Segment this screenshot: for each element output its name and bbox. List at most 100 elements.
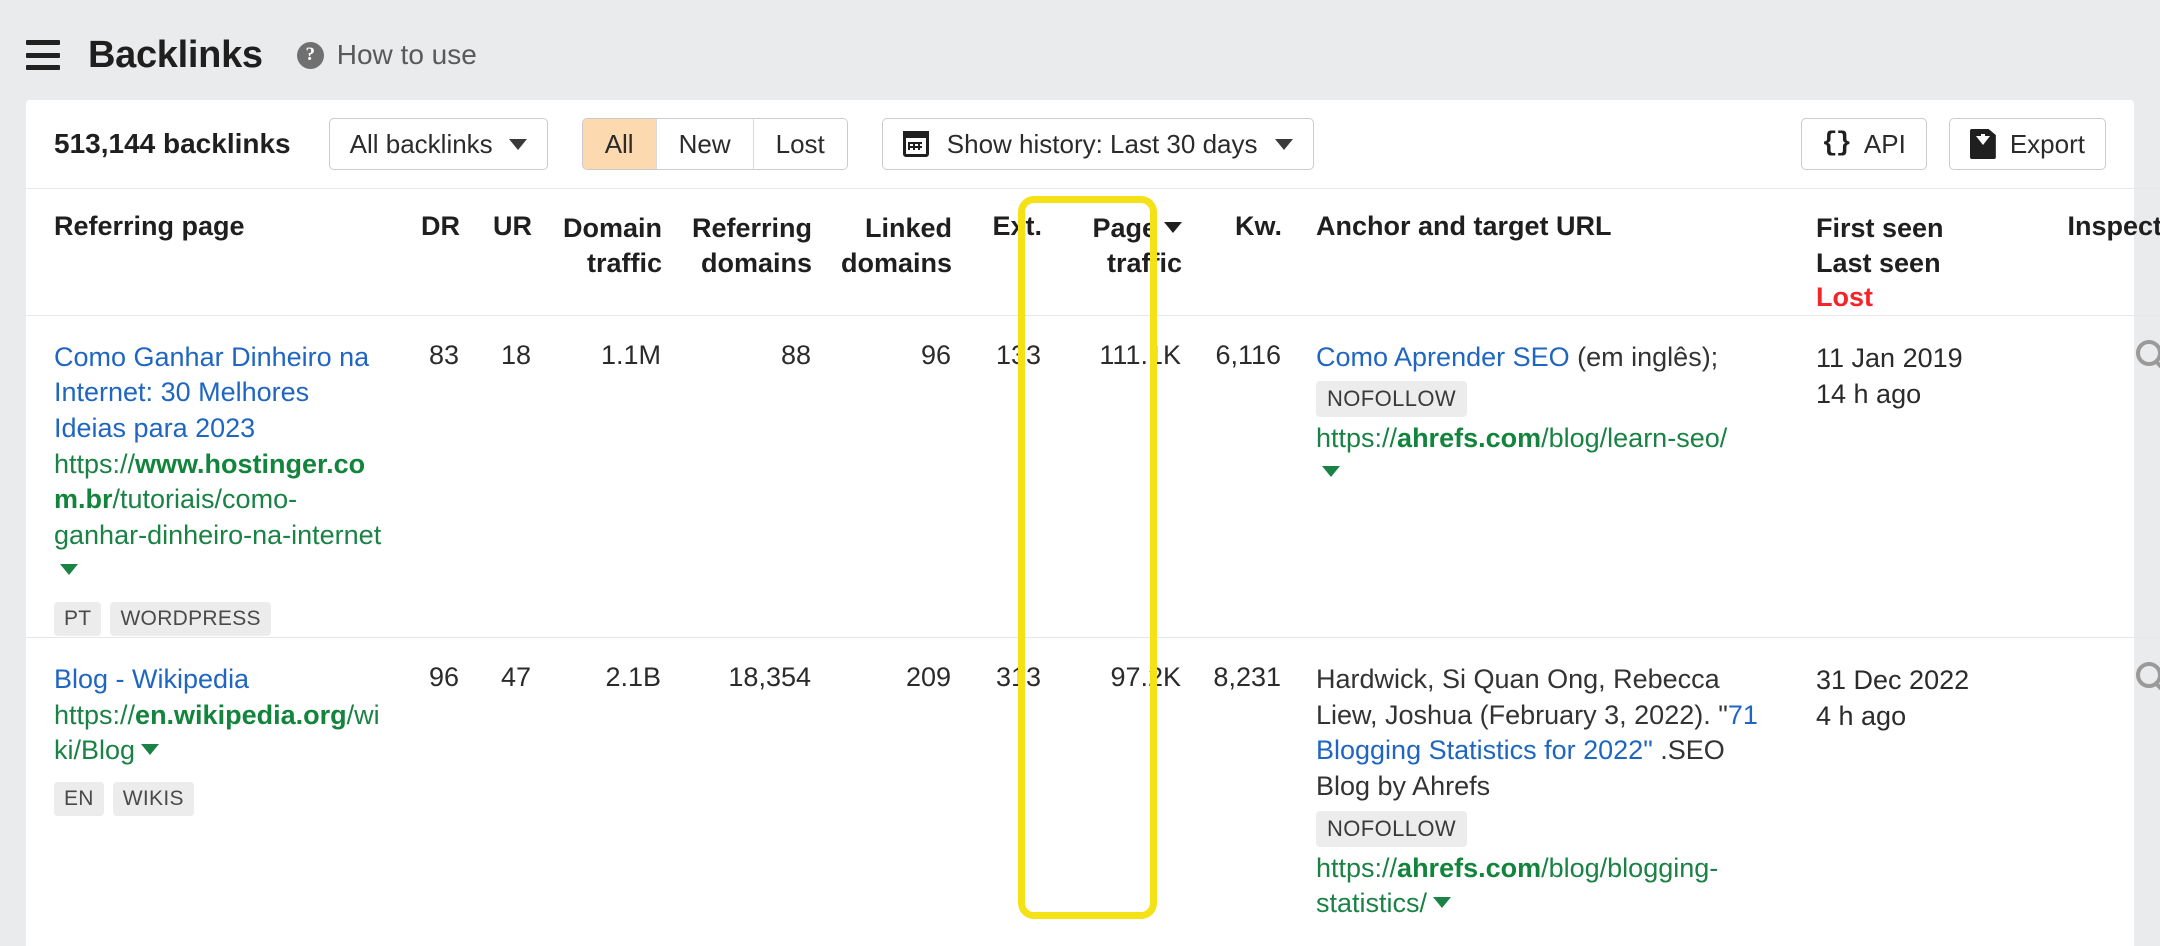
col-kw[interactable]: Kw. bbox=[1182, 189, 1282, 316]
cell-ext[interactable]: 133 bbox=[952, 314, 1042, 638]
export-label: Export bbox=[2009, 128, 2085, 159]
referring-page-link[interactable]: Blog - Wikipedia bbox=[54, 664, 249, 694]
filter-new[interactable]: New bbox=[656, 119, 754, 169]
last-seen-value: 4 h ago bbox=[1816, 701, 1907, 732]
status-filter-group: All New Lost bbox=[581, 118, 848, 170]
cell-linked-domains[interactable]: 96 bbox=[812, 314, 952, 638]
target-url-domain: ahrefs.com bbox=[1397, 423, 1542, 454]
tag-language: PT bbox=[54, 602, 102, 637]
code-braces-icon: {} bbox=[1821, 129, 1852, 159]
col-seen-dates[interactable]: First seen Last seen Lost bbox=[1782, 189, 2012, 316]
expand-target-url-icon[interactable] bbox=[1433, 897, 1452, 909]
toolbar-actions: {} API Export bbox=[1800, 118, 2106, 170]
referring-url-scheme: https:// bbox=[54, 699, 136, 730]
cell-kw[interactable]: 8,231 bbox=[1182, 637, 1282, 923]
target-url-scheme: https:// bbox=[1316, 852, 1398, 883]
scope-dropdown-label: All backlinks bbox=[349, 128, 493, 159]
col-referring-page[interactable]: Referring page bbox=[26, 189, 386, 316]
referring-page-link[interactable]: Como Ganhar Dinheiro na Internet: 30 Mel… bbox=[54, 342, 369, 443]
export-button[interactable]: Export bbox=[1948, 118, 2106, 170]
cell-referring-domains[interactable]: 88 bbox=[662, 314, 812, 638]
last-seen-value: 14 h ago bbox=[1816, 378, 1922, 409]
col-last-seen: Last seen bbox=[1816, 247, 1941, 278]
cell-ext[interactable]: 313 bbox=[952, 637, 1042, 923]
first-seen-value: 11 Jan 2019 bbox=[1816, 342, 1963, 373]
app-page: Backlinks ? How to use 513,144 backlinks… bbox=[0, 0, 2160, 946]
table-header-row: Referring page DR UR Domain traffic Refe… bbox=[26, 188, 2160, 316]
chevron-down-icon bbox=[508, 138, 527, 150]
calendar-icon bbox=[902, 131, 929, 157]
magnifier-icon[interactable] bbox=[2136, 662, 2160, 689]
first-seen-value: 31 Dec 2022 bbox=[1816, 665, 1970, 696]
col-linked-domains-line2: domains bbox=[840, 247, 952, 278]
cell-linked-domains[interactable]: 209 bbox=[812, 637, 952, 923]
cell-ur: 18 bbox=[460, 314, 532, 638]
cell-anchor-target: Como Aprender SEO (em inglês); NOFOLLOW … bbox=[1282, 314, 1782, 638]
cell-dr: 96 bbox=[386, 637, 460, 923]
cell-referring-domains[interactable]: 18,354 bbox=[662, 637, 812, 923]
top-bar: Backlinks ? How to use bbox=[0, 0, 2160, 110]
cell-ur: 47 bbox=[460, 637, 532, 923]
expand-target-url-icon[interactable] bbox=[1322, 465, 1340, 477]
show-history-dropdown[interactable]: Show history: Last 30 days bbox=[881, 118, 1315, 170]
expand-url-icon[interactable] bbox=[141, 744, 160, 756]
page-title: Backlinks bbox=[88, 33, 263, 76]
table-row: Blog - Wikipedia https://en.wikipedia.or… bbox=[26, 637, 2160, 923]
cell-anchor-target: Hardwick, Si Quan Ong, Rebecca Liew, Jos… bbox=[1282, 637, 1782, 923]
backlinks-count: 513,144 backlinks bbox=[54, 128, 291, 159]
table-row: Como Ganhar Dinheiro na Internet: 30 Mel… bbox=[26, 314, 2160, 638]
col-domain-traffic-line2: traffic bbox=[586, 247, 662, 278]
table-body: Como Ganhar Dinheiro na Internet: 30 Mel… bbox=[26, 314, 2160, 923]
nofollow-badge: NOFOLLOW bbox=[1316, 810, 1468, 847]
col-linked-domains-line1: Linked bbox=[864, 213, 952, 243]
cell-kw[interactable]: 6,116 bbox=[1182, 314, 1282, 638]
magnifier-icon[interactable] bbox=[2136, 339, 2160, 366]
target-url-domain: ahrefs.com bbox=[1397, 852, 1542, 883]
filter-lost[interactable]: Lost bbox=[753, 119, 847, 169]
referring-url-domain: en.wikipedia.org bbox=[135, 699, 347, 730]
referring-page-tags: EN WIKIS bbox=[54, 781, 385, 816]
target-url-scheme: https:// bbox=[1316, 423, 1398, 454]
cell-page-traffic: 111.1K bbox=[1042, 314, 1182, 638]
col-lost: Lost bbox=[1816, 282, 1873, 313]
chevron-down-icon bbox=[1275, 138, 1294, 150]
anchor-link[interactable]: Como Aprender SEO bbox=[1316, 342, 1570, 372]
col-referring-domains-line1: Referring bbox=[691, 213, 812, 243]
col-domain-traffic-line1: Domain bbox=[562, 213, 662, 243]
cell-domain-traffic: 1.1M bbox=[532, 314, 662, 638]
cell-domain-traffic: 2.1B bbox=[532, 637, 662, 923]
how-to-use-link[interactable]: ? How to use bbox=[296, 39, 477, 71]
referring-url-scheme: https:// bbox=[54, 448, 136, 479]
hamburger-icon[interactable] bbox=[26, 40, 60, 70]
col-domain-traffic[interactable]: Domain traffic bbox=[532, 189, 662, 316]
col-page-traffic[interactable]: Page traffic bbox=[1042, 189, 1182, 316]
cell-referring-page: Blog - Wikipedia https://en.wikipedia.or… bbox=[26, 637, 386, 923]
expand-url-icon[interactable] bbox=[60, 564, 78, 576]
table-toolbar: 513,144 backlinks All backlinks All New … bbox=[26, 100, 2134, 188]
col-referring-domains-line2: domains bbox=[700, 247, 812, 278]
tag-platform: WORDPRESS bbox=[110, 602, 271, 637]
sort-desc-icon[interactable] bbox=[1164, 222, 1182, 233]
cell-inspect bbox=[2012, 637, 2160, 923]
scope-dropdown[interactable]: All backlinks bbox=[328, 118, 548, 170]
question-circle-icon: ? bbox=[296, 41, 324, 69]
col-referring-domains[interactable]: Referring domains bbox=[662, 189, 812, 316]
col-page-traffic-line2: traffic bbox=[1106, 247, 1182, 278]
referring-page-tags: PT WORDPRESS bbox=[54, 602, 385, 637]
cell-seen-dates: 11 Jan 2019 14 h ago bbox=[1782, 314, 2012, 638]
download-file-icon bbox=[1969, 129, 1996, 159]
col-inspect: Inspect bbox=[2067, 211, 2160, 241]
col-ur[interactable]: UR bbox=[460, 189, 532, 316]
col-linked-domains[interactable]: Linked domains bbox=[812, 189, 952, 316]
col-ext[interactable]: Ext. bbox=[952, 189, 1042, 316]
filter-all[interactable]: All bbox=[582, 119, 657, 169]
col-dr[interactable]: DR bbox=[386, 189, 460, 316]
tag-platform: WIKIS bbox=[112, 781, 194, 816]
col-anchor-target-url[interactable]: Anchor and target URL bbox=[1282, 189, 1782, 316]
nofollow-badge: NOFOLLOW bbox=[1316, 381, 1468, 418]
anchor-prefix: Hardwick, Si Quan Ong, Rebecca Liew, Jos… bbox=[1316, 664, 1728, 730]
col-page-traffic-line1: Page bbox=[1092, 213, 1157, 243]
api-button[interactable]: {} API bbox=[1800, 118, 1927, 170]
cell-inspect bbox=[2012, 314, 2160, 638]
show-history-label: Show history: Last 30 days bbox=[946, 128, 1258, 159]
